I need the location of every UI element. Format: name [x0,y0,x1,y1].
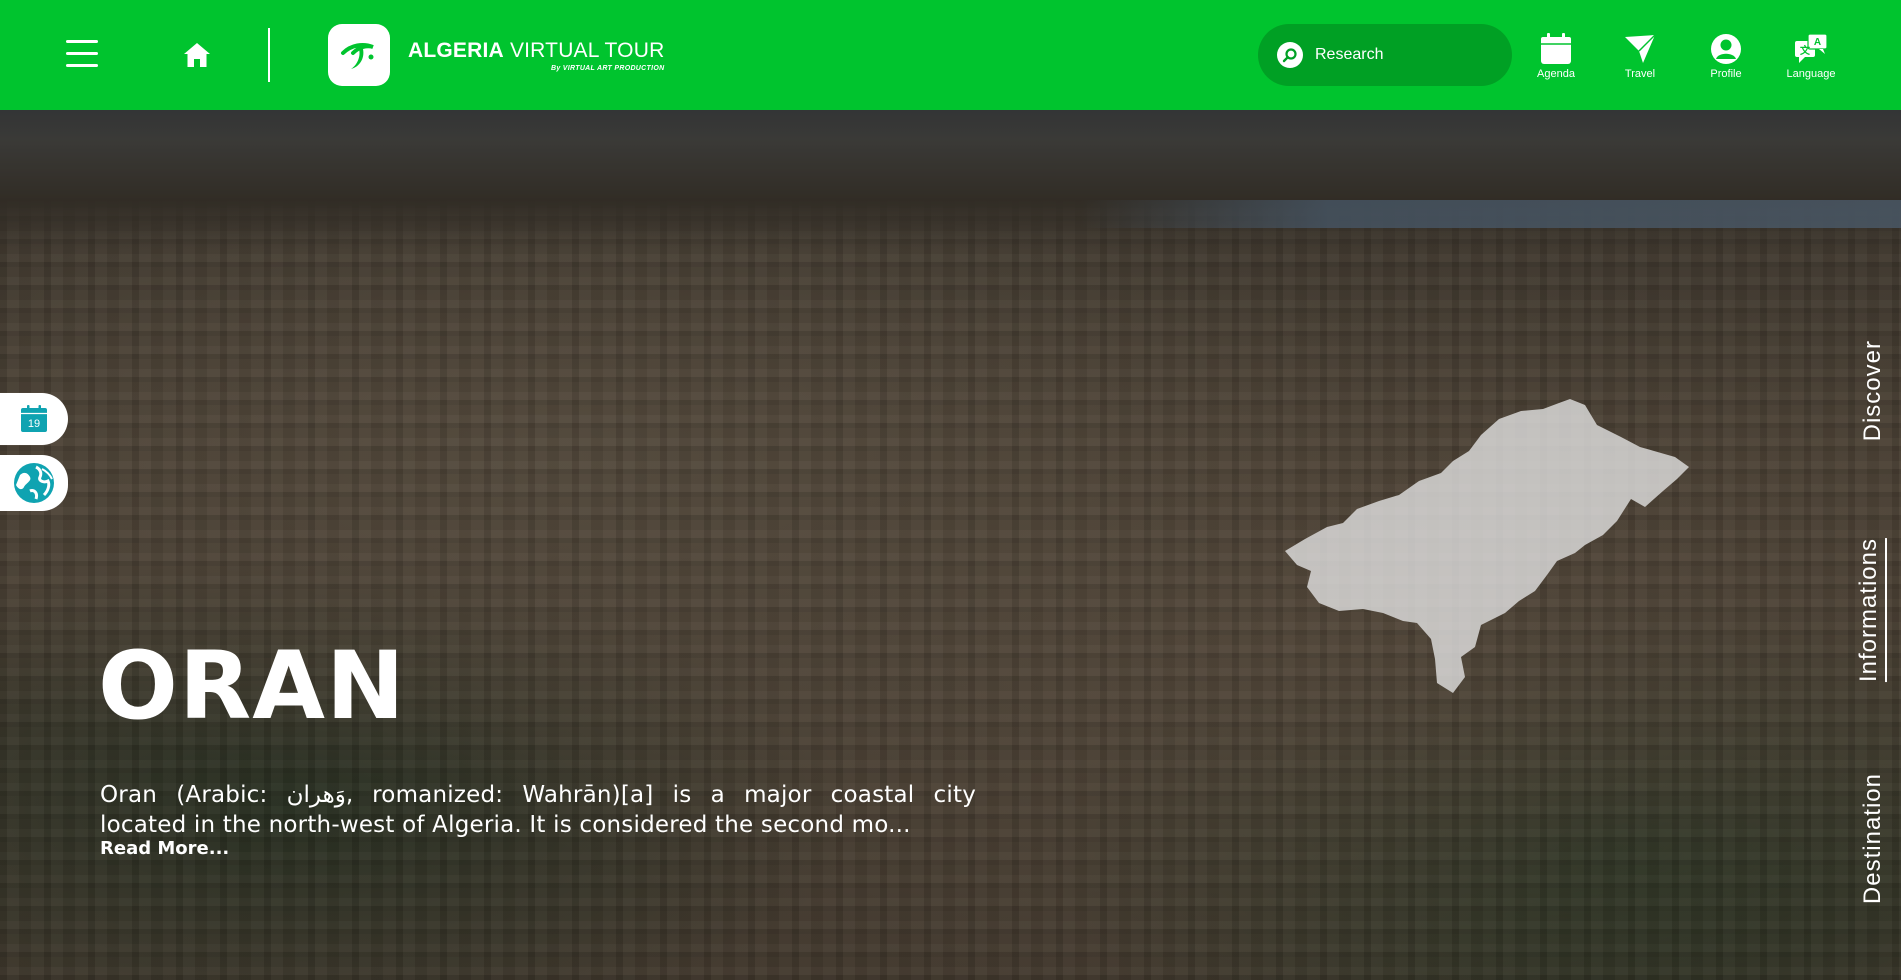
sea-strip [1080,200,1901,228]
search-bar[interactable] [1258,24,1512,86]
oran-map-shape [1285,399,1689,693]
nav-agenda-label: Agenda [1537,68,1575,80]
user-icon [1711,34,1741,64]
brand-subtitle: By VIRTUAL ART PRODUCTION [551,64,665,72]
read-more-link[interactable]: Read More... [100,838,229,859]
nav-travel-label: Travel [1624,68,1656,80]
hamburger-menu-icon[interactable] [66,40,98,70]
search-input[interactable] [1313,45,1497,65]
city-description-line-1: Oran (Arabic: وَهران, romanized: Wahrān)… [100,782,976,808]
nav-agenda[interactable]: Agenda [1521,33,1591,81]
search-icon [1277,42,1303,68]
calendar-icon [1541,33,1571,64]
city-description-line-2: located in the north-west of Algeria. It… [100,812,911,838]
tab-discover[interactable]: Discover [1859,340,1887,441]
side-calendar-button[interactable]: 19 [0,393,68,445]
nav-language-label: Language [1786,68,1836,80]
tab-destination[interactable]: Destination [1859,773,1887,904]
brand-title: ALGERIA VIRTUAL TOUR [408,38,665,62]
translate-icon: A 文 [1795,33,1828,63]
nav-travel[interactable]: Travel [1605,33,1675,81]
calendar-day-icon: 19 [21,405,47,432]
city-description: Oran (Arabic: وَهران, romanized: Wahrān)… [100,780,976,840]
globe-icon [14,463,54,503]
nav-profile-label: Profile [1710,68,1742,80]
brand-text: ALGERIA VIRTUAL TOUR By VIRTUAL ART PROD… [408,39,664,72]
nav-profile[interactable]: Profile [1691,33,1761,81]
brand-logo-icon [328,24,390,86]
brand-logo-link[interactable]: ALGERIA VIRTUAL TOUR By VIRTUAL ART PROD… [328,24,664,86]
svg-text:文: 文 [1800,44,1811,57]
nav-language[interactable]: A 文 Language [1776,33,1846,81]
nav-divider [268,28,270,82]
paper-plane-icon [1625,34,1656,63]
home-icon[interactable] [182,40,212,70]
city-title: ORAN [98,632,406,741]
calendar-day-number: 19 [28,418,40,430]
svg-text:A: A [1814,37,1821,48]
top-navigation-bar: ALGERIA VIRTUAL TOUR By VIRTUAL ART PROD… [0,0,1901,110]
side-globe-button[interactable] [0,455,68,511]
tab-informations[interactable]: Informations [1855,538,1887,683]
